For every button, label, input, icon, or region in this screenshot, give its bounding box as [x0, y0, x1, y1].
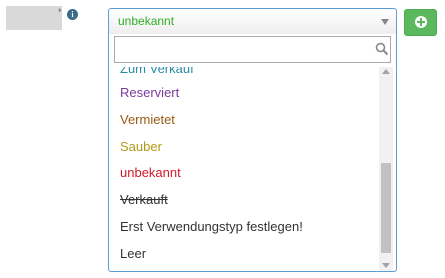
option[interactable]: Sauber [120, 137, 162, 157]
field-label-redacted [6, 6, 62, 30]
scroll-thumb[interactable] [381, 163, 391, 253]
scrollbar[interactable] [379, 67, 393, 271]
option[interactable]: Reserviert [120, 83, 179, 103]
option[interactable]: Vermietet [120, 110, 175, 130]
scroll-up-icon[interactable] [382, 69, 390, 74]
select-dropdown: Zum Verkauf Reserviert Vermietet Sauber … [108, 34, 397, 272]
scroll-down-icon[interactable] [382, 263, 390, 268]
select-value: unbekannt [118, 14, 175, 28]
status-select[interactable]: unbekannt [108, 8, 397, 34]
chevron-down-icon[interactable] [381, 19, 389, 25]
search-icon [375, 42, 389, 56]
add-button[interactable] [404, 9, 437, 36]
info-icon[interactable]: i [67, 9, 78, 20]
option[interactable]: Erst Verwendungstyp festlegen! [120, 217, 303, 237]
option[interactable]: Verkauft [120, 190, 168, 210]
option[interactable]: unbekannt [120, 163, 181, 183]
search-input[interactable] [114, 36, 391, 63]
options-list: Zum Verkauf Reserviert Vermietet Sauber … [109, 67, 379, 271]
option[interactable]: Zum Verkauf [120, 67, 194, 79]
plus-circle-icon [415, 16, 427, 28]
required-marker: * [58, 7, 62, 17]
option[interactable]: Leer [120, 244, 146, 264]
